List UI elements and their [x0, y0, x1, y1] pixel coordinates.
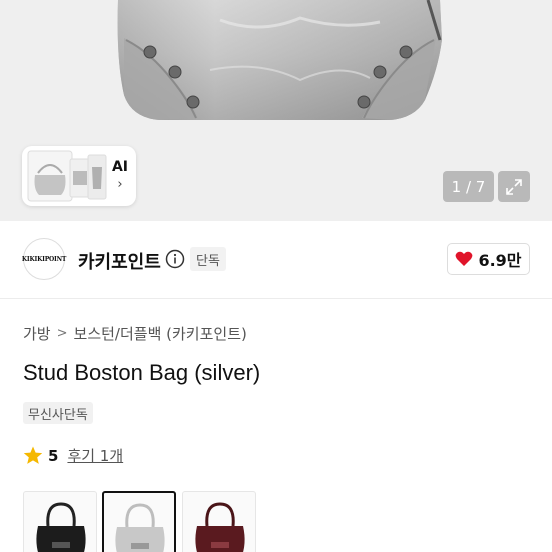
- chevron-right-icon: ›: [117, 177, 123, 192]
- rating: 5 후기 1개: [23, 445, 123, 466]
- variant-black-image: [36, 502, 86, 552]
- breadcrumb-item-boston[interactable]: 보스턴/더플백 (카키포인트): [74, 323, 247, 344]
- review-link[interactable]: 후기 1개: [67, 445, 123, 466]
- breadcrumb-separator: >: [56, 326, 68, 341]
- heart-icon: [456, 251, 473, 266]
- product-title: Stud Boston Bag (silver): [23, 360, 261, 385]
- ai-similar-items-button[interactable]: AI ›: [22, 146, 136, 206]
- variant-burgundy[interactable]: [182, 491, 256, 552]
- expand-icon: [506, 178, 522, 195]
- star-icon: [23, 446, 43, 464]
- info-icon[interactable]: [165, 249, 185, 269]
- musinsa-exclusive-tag: 무신사단독: [23, 402, 93, 424]
- product-image-gallery[interactable]: AI › 1 / 7: [0, 0, 552, 221]
- brand-name[interactable]: 카키포인트: [78, 248, 161, 274]
- variant-burgundy-image: [195, 502, 245, 552]
- brand-logo[interactable]: KIKIKIPOINT: [21, 238, 67, 280]
- ai-label: AI: [111, 159, 129, 175]
- brand-logo-text: KIKIKIPOINT: [21, 255, 67, 263]
- breadcrumb-item-bag[interactable]: 가방: [23, 323, 51, 344]
- variant-silver-image: [115, 503, 165, 552]
- like-button[interactable]: 6.9만: [447, 243, 530, 275]
- breadcrumb: 가방 > 보스턴/더플백 (카키포인트): [23, 323, 247, 344]
- rating-value: 5: [48, 446, 59, 465]
- image-counter: 1 / 7: [443, 171, 494, 202]
- brand-row: KIKIKIPOINT 카키포인트 단독 6.9만: [0, 221, 552, 299]
- variant-silver[interactable]: [102, 491, 176, 552]
- ai-thumbnail-stack: [26, 149, 108, 203]
- expand-button[interactable]: [498, 171, 530, 202]
- exclusive-badge: 단독: [190, 247, 226, 271]
- like-count: 6.9만: [478, 251, 522, 270]
- variant-black[interactable]: [23, 491, 97, 552]
